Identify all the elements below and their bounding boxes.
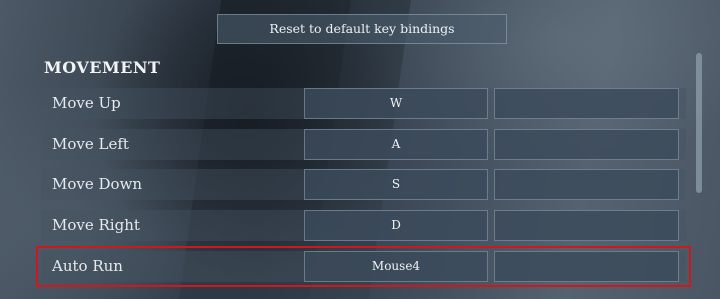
primary-key-slot[interactable]: Mouse4: [304, 251, 488, 282]
binding-label: Move Down: [52, 175, 143, 193]
secondary-key-slot[interactable]: [494, 88, 679, 119]
primary-key-slot[interactable]: W: [304, 88, 488, 119]
binding-row-move-down: Move Down S: [41, 169, 686, 200]
binding-label: Move Up: [52, 94, 121, 112]
binding-row-move-right: Move Right D: [41, 210, 686, 241]
secondary-key-slot[interactable]: [494, 129, 679, 160]
binding-row-move-left: Move Left A: [41, 129, 686, 160]
primary-key-slot[interactable]: A: [304, 129, 488, 160]
secondary-key-slot[interactable]: [494, 169, 679, 200]
section-title-movement: MOVEMENT: [44, 58, 161, 77]
binding-row-move-up: Move Up W: [41, 88, 686, 119]
reset-key-bindings-button[interactable]: Reset to default key bindings: [217, 14, 507, 44]
secondary-key-slot[interactable]: [494, 251, 679, 282]
binding-row-auto-run: Auto Run Mouse4: [36, 246, 691, 287]
primary-key-slot[interactable]: D: [304, 210, 488, 241]
binding-label: Move Right: [52, 216, 140, 234]
binding-label: Move Left: [52, 135, 129, 153]
scrollbar-thumb[interactable]: [696, 53, 702, 193]
binding-label: Auto Run: [52, 257, 123, 275]
primary-key-slot[interactable]: S: [304, 169, 488, 200]
secondary-key-slot[interactable]: [494, 210, 679, 241]
